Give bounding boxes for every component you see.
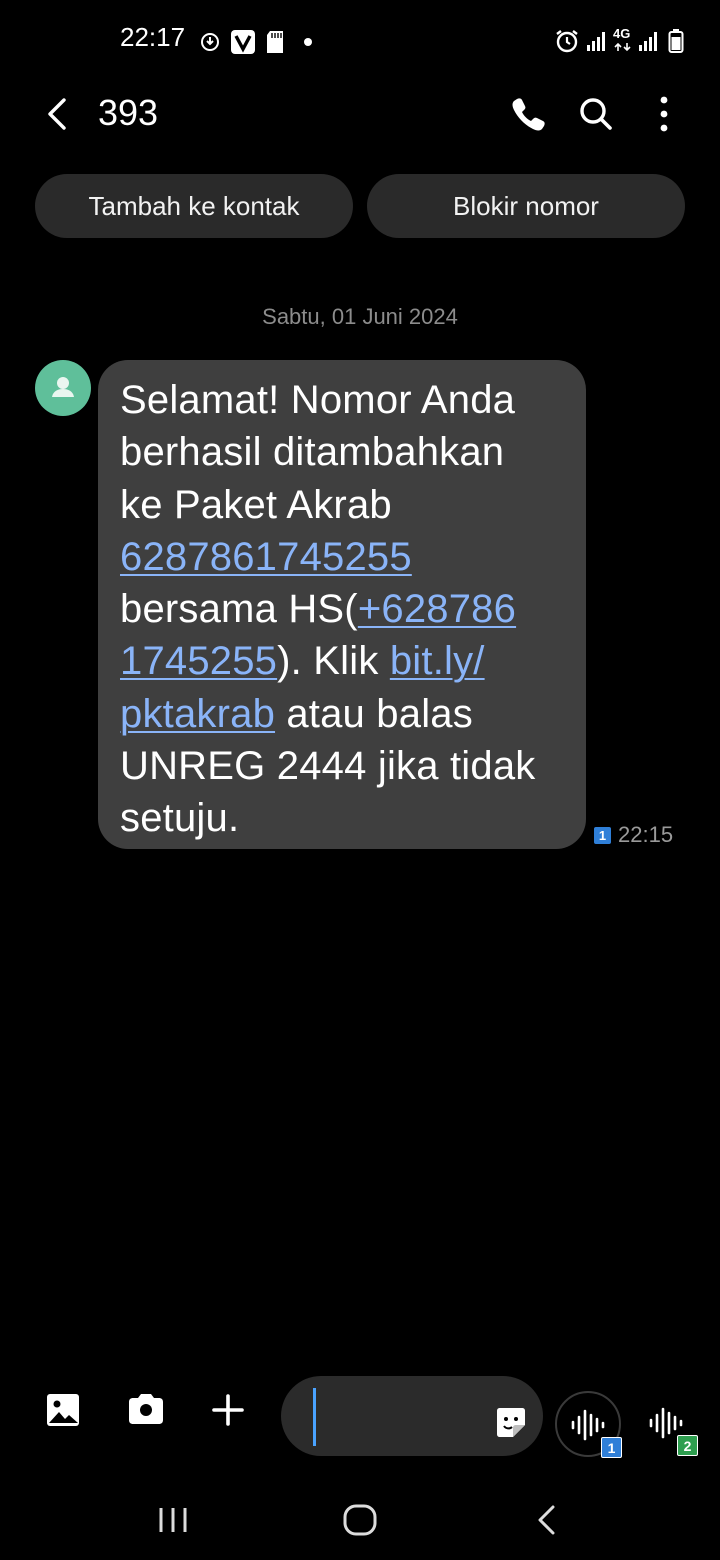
sim-2-badge: 2 [677,1435,698,1456]
v-app-icon [231,30,255,54]
conversation-title: 393 [98,92,159,133]
more-icon[interactable] [644,94,684,134]
status-time: 22:17 [120,22,186,52]
gallery-icon[interactable] [43,1390,83,1430]
person-icon [52,377,74,397]
message-time: 22:15 [618,822,674,847]
sticker-icon[interactable] [494,1406,528,1440]
add-contact-button[interactable]: Tambah ke kontak [35,174,353,238]
voice-send-sim2-button[interactable]: 2 [640,1391,706,1457]
recents-icon[interactable] [153,1500,193,1540]
battery-icon [668,29,684,53]
block-number-button[interactable]: Blokir nomor [367,174,685,238]
signal-icon [587,32,605,51]
message-line: setuju. [120,796,240,841]
data-arrows-icon [614,42,631,52]
back-button[interactable] [40,92,80,136]
home-icon[interactable] [340,1500,380,1540]
message-bubble[interactable]: Selamat! Nomor Anda berhasil ditambahkan… [98,360,586,849]
plus-icon[interactable] [208,1390,248,1430]
sim-badge: 1 [594,826,611,844]
avatar[interactable] [35,360,91,416]
camera-icon[interactable] [126,1390,166,1430]
search-icon[interactable] [576,94,616,134]
url-link-part1[interactable]: bit.ly/ [390,639,485,683]
message-line: bersama HS( [120,587,358,632]
4g-icon: 4G [613,26,631,41]
message-line: UNREG 2444 jika tidak [120,744,536,789]
text-cursor [313,1388,316,1446]
message-meta: 1 22:15 [594,822,673,848]
voice-send-sim1-button[interactable]: 1 [555,1391,622,1458]
back-nav-icon[interactable] [527,1500,567,1540]
phone-icon[interactable] [509,94,549,134]
download-icon [201,33,219,51]
date-separator: Sabtu, 01 Juni 2024 [262,304,458,329]
message-line: berhasil ditambahkan [120,430,505,475]
alarm-icon [556,30,578,53]
message-line: Selamat! Nomor Anda [120,378,516,422]
phone-number-link-part2[interactable]: 1745255 [120,639,277,683]
dot-icon [304,38,312,46]
phone-number-link-part1[interactable]: +628786 [358,587,516,631]
message-line: ke Paket Akrab [120,482,392,527]
sim-1-badge: 1 [601,1437,622,1458]
message-line: ). Klik [277,639,390,684]
sd-card-icon [267,31,283,53]
signal-icon [639,32,657,51]
url-link-part2[interactable]: pktakrab [120,692,275,736]
message-line: atau balas [275,691,473,736]
phone-number-link[interactable]: 6287861745255 [120,535,412,579]
